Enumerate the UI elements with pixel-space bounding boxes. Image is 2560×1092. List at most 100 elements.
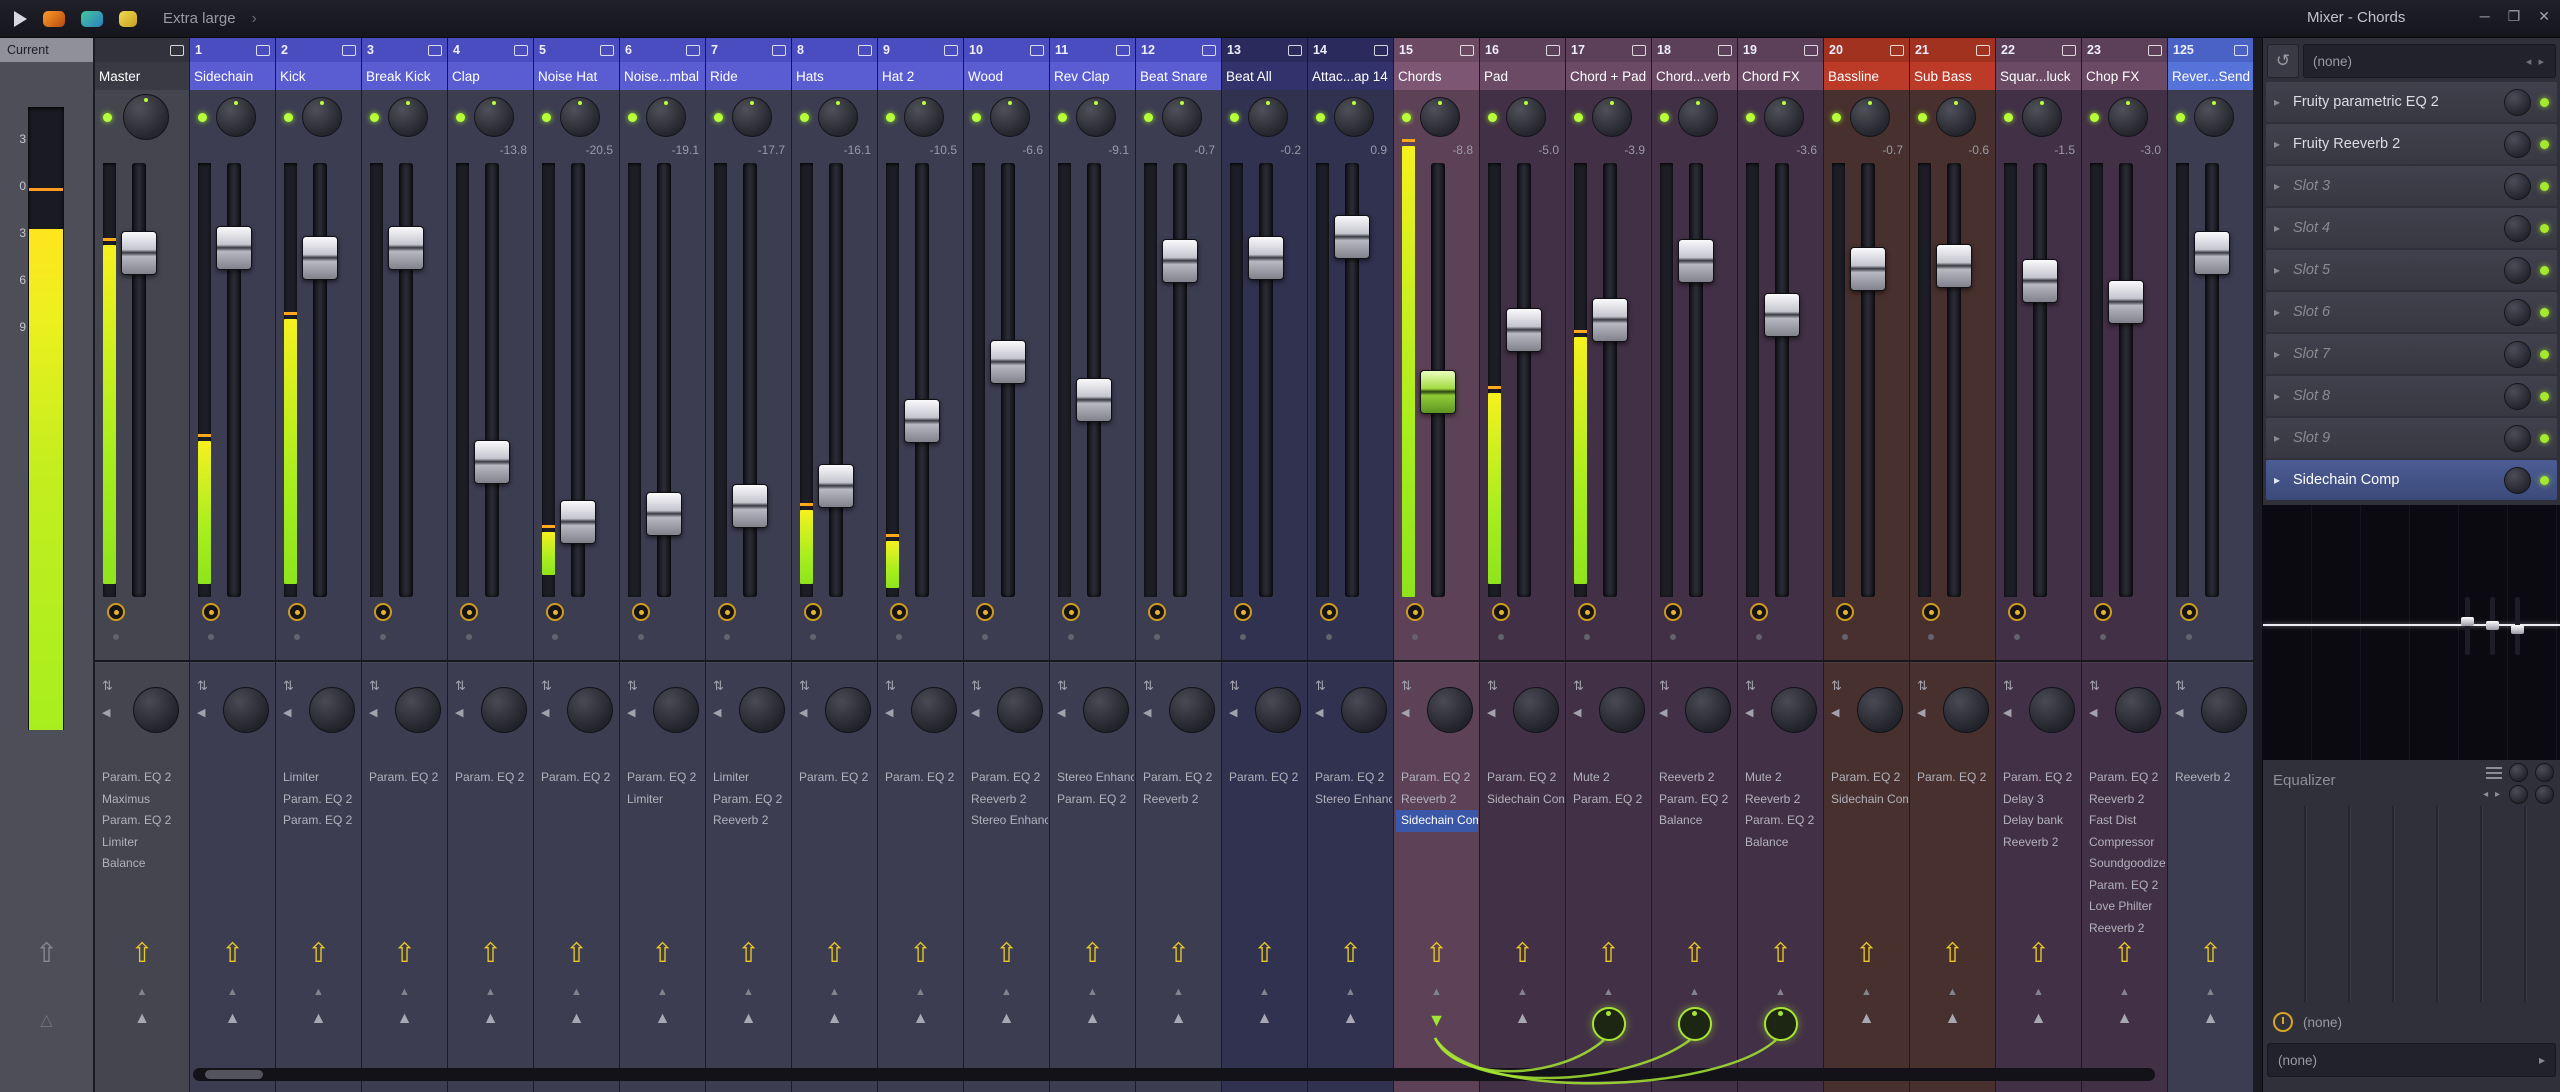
route-target-arrow[interactable]: ▲ (1308, 1010, 1393, 1028)
effect-slot[interactable]: ▸ Sidechain Comp (2266, 460, 2557, 500)
track-header[interactable]: 5 Noise Hat (534, 38, 619, 90)
mixer-track-strip[interactable]: 7 Ride -17.7 ⇅ ◀ Limiter Param. EQ 2 Reeve… (706, 38, 791, 1092)
volume-fader[interactable] (121, 231, 157, 275)
stereo-separation-knob[interactable] (653, 687, 699, 733)
updown-arrows-icon[interactable]: ⇅ (713, 678, 724, 694)
route-small-arrow[interactable]: ▲ (448, 986, 533, 998)
updown-arrows-icon[interactable]: ⇅ (1487, 678, 1498, 694)
effect-slot[interactable]: ▸ Slot 6 (2266, 292, 2557, 332)
stereo-separation-knob[interactable] (1857, 687, 1903, 733)
mixer-track-strip[interactable]: 14 Attac...ap 14 0.9 ⇅ ◀ Param. EQ 2 Ster… (1308, 38, 1393, 1092)
insert-effect-label[interactable]: Param. EQ 2 (622, 767, 704, 789)
route-to-master-icon[interactable]: ⇧ (1480, 938, 1565, 968)
updown-arrows-icon[interactable]: ⇅ (455, 678, 466, 694)
route-small-arrow[interactable]: ▲ (878, 986, 963, 998)
slot-mix-knob[interactable] (2504, 256, 2531, 284)
volume-fader[interactable] (1506, 308, 1542, 352)
insert-effect-label[interactable]: Param. EQ 2 (1224, 767, 1306, 789)
fader-track[interactable] (1259, 163, 1273, 597)
route-small-arrow[interactable]: ▲ (2082, 986, 2167, 998)
chevron-right-icon[interactable]: › (252, 10, 257, 28)
insert-effect-label[interactable]: Param. EQ 2 (1396, 767, 1478, 789)
pan-knob[interactable] (990, 97, 1030, 137)
insert-effect-label[interactable]: Param. EQ 2 (1310, 767, 1392, 789)
slot-enable-led[interactable] (2540, 307, 2549, 317)
volume-fader[interactable] (1764, 293, 1800, 337)
stereo-separation-knob[interactable] (133, 687, 179, 733)
track-name[interactable]: Noise...mbal (620, 62, 705, 90)
route-small-arrow[interactable]: ▲ (190, 986, 275, 998)
output-select-row[interactable]: (none) ▸ (2267, 1043, 2556, 1077)
volume-fader[interactable] (990, 340, 1026, 384)
volume-fader[interactable] (1248, 236, 1284, 280)
route-to-master-icon[interactable]: ⇧ (1394, 938, 1479, 968)
track-name[interactable]: Beat All (1222, 62, 1307, 90)
eq-mini-fader[interactable] (2511, 597, 2524, 655)
route-to-master-icon[interactable]: ⇧ (190, 938, 275, 968)
record-arm-dot[interactable] (1584, 634, 1590, 640)
track-enable-button[interactable] (1234, 603, 1252, 621)
volume-fader[interactable] (1076, 378, 1112, 422)
pan-knob[interactable] (1592, 97, 1632, 137)
track-name[interactable]: Master (95, 62, 189, 90)
route-small-arrow[interactable]: ▲ (1566, 986, 1651, 998)
fader-track[interactable] (1689, 163, 1703, 597)
slot-mix-knob[interactable] (2504, 340, 2531, 368)
horizontal-scrollbar[interactable] (193, 1068, 2155, 1081)
mixer-track-strip[interactable]: 19 Chord FX -3.6 ⇅ ◀ Mute 2 Reeverb 2 Para… (1738, 38, 1823, 1092)
volume-fader[interactable] (1936, 244, 1972, 288)
updown-arrows-icon[interactable]: ⇅ (1917, 678, 1928, 694)
record-arm-dot[interactable] (2014, 634, 2020, 640)
track-enable-button[interactable] (976, 603, 994, 621)
track-header[interactable]: 20 Bassline (1824, 38, 1909, 90)
route-target-arrow[interactable]: ▲ (2082, 1010, 2167, 1028)
track-header[interactable]: 7 Ride (706, 38, 791, 90)
track-enable-button[interactable] (202, 603, 220, 621)
route-to-master-icon[interactable]: ⇧ (1824, 938, 1909, 968)
route-small-arrow[interactable]: ▲ (1910, 986, 1995, 998)
insert-effect-label[interactable]: Param. EQ 2 (2084, 767, 2166, 789)
record-arm-dot[interactable] (1756, 634, 1762, 640)
insert-effect-label[interactable]: Compressor (2084, 832, 2166, 854)
track-enable-button[interactable] (632, 603, 650, 621)
pan-knob[interactable] (388, 97, 428, 137)
track-header[interactable]: 22 Squar...luck (1996, 38, 2081, 90)
mixer-track-strip[interactable]: 8 Hats -16.1 ⇅ ◀ Param. EQ 2 ⇧ ▲ ▲ (792, 38, 877, 1092)
route-to-master-icon[interactable]: ⇧ (534, 938, 619, 968)
record-arm-dot[interactable] (1842, 634, 1848, 640)
volume-fader[interactable] (216, 226, 252, 270)
insert-effect-label[interactable]: Param. EQ 2 (1138, 767, 1220, 789)
slot-enable-led[interactable] (2540, 265, 2549, 275)
track-header[interactable]: 9 Hat 2 (878, 38, 963, 90)
track-enable-button[interactable] (1492, 603, 1510, 621)
track-name[interactable]: Hats (792, 62, 877, 90)
route-target-arrow[interactable]: ▲ (1480, 1010, 1565, 1028)
route-target-arrow[interactable]: ▲ (1910, 1010, 1995, 1028)
send-amount-knob[interactable] (1677, 1007, 1712, 1041)
eq-knob[interactable] (2509, 763, 2528, 782)
track-name[interactable]: Break Kick (362, 62, 447, 90)
route-target-arrow[interactable]: ▲ (1136, 1010, 1221, 1028)
insert-effect-label[interactable]: Limiter (97, 832, 188, 854)
insert-effect-label[interactable]: Balance (1740, 832, 1822, 854)
route-small-arrow[interactable]: ▲ (964, 986, 1049, 998)
route-target-arrow[interactable]: ▲ (878, 1010, 963, 1028)
insert-effect-label[interactable]: Param. EQ 2 (1740, 810, 1822, 832)
volume-fader[interactable] (2022, 259, 2058, 303)
insert-effect-label[interactable]: Param. EQ 2 (536, 767, 618, 789)
insert-effect-label[interactable]: Reeverb 2 (966, 789, 1048, 811)
volume-fader[interactable] (1162, 239, 1198, 283)
insert-effect-label[interactable]: Stereo Enhancer (966, 810, 1048, 832)
route-target-arrow[interactable]: ▲ (276, 1010, 361, 1028)
send-amount-knob[interactable] (1763, 1007, 1798, 1041)
updown-arrows-icon[interactable]: ⇅ (197, 678, 208, 694)
current-track-strip[interactable]: Current 3 0 3 6 9 ⇧ △ (0, 38, 93, 1092)
insert-effect-label[interactable]: Stereo Enhancer (1052, 767, 1134, 789)
insert-effect-label[interactable]: Param. EQ 2 (97, 767, 188, 789)
insert-effect-label[interactable]: Sidechain Comp (1396, 810, 1478, 832)
route-small-arrow[interactable]: ▲ (1050, 986, 1135, 998)
insert-effect-label[interactable]: Param. EQ 2 (966, 767, 1048, 789)
pan-knob[interactable] (216, 97, 256, 137)
slot-mix-knob[interactable] (2504, 466, 2531, 494)
track-enable-button[interactable] (1836, 603, 1854, 621)
